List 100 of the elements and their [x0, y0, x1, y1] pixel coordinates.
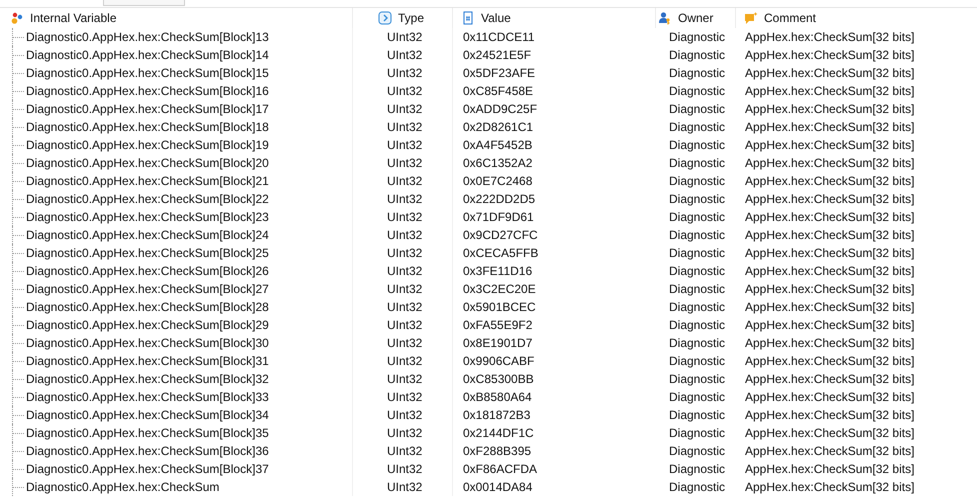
variable-name[interactable]: Diagnostic0.AppHex.hex:CheckSum[Block]30	[0, 334, 353, 352]
table-cell-text: Diagnostic	[668, 353, 726, 370]
table-cell: UInt32	[370, 244, 453, 262]
table-cell: UInt32	[370, 154, 453, 172]
variable-name[interactable]: Diagnostic0.AppHex.hex:CheckSum	[0, 478, 353, 496]
variable-name[interactable]: Diagnostic0.AppHex.hex:CheckSum[Block]18	[0, 118, 353, 136]
column-header[interactable]: Comment	[735, 8, 977, 28]
variable-name[interactable]: Diagnostic0.AppHex.hex:CheckSum[Block]20	[0, 154, 353, 172]
table-cell-text: 0x0E7C2468	[462, 173, 534, 190]
table-cell: UInt32	[370, 370, 453, 388]
header-label: Internal Variable	[30, 11, 116, 25]
table-cell: UInt32	[370, 190, 453, 208]
variable-name[interactable]: Diagnostic0.AppHex.hex:CheckSum[Block]24	[0, 226, 353, 244]
table-cell-text: AppHex.hex:CheckSum[32 bits]	[744, 227, 916, 244]
column-header[interactable]: Type	[370, 8, 453, 28]
table-cell-text: Diagnostic	[668, 119, 726, 136]
chevron-icon	[378, 11, 392, 25]
table-cell-text: Diagnostic	[668, 479, 726, 496]
variable-name[interactable]: Diagnostic0.AppHex.hex:CheckSum[Block]13	[0, 28, 353, 46]
header-label: Owner	[678, 11, 714, 25]
table-cell-text: 0x9906CABF	[462, 353, 536, 370]
table-cell-text: AppHex.hex:CheckSum[32 bits]	[744, 209, 916, 226]
table-cell-text: AppHex.hex:CheckSum[32 bits]	[744, 335, 916, 352]
table-cell-text: Diagnostic	[668, 209, 726, 226]
variable-name[interactable]: Diagnostic0.AppHex.hex:CheckSum[Block]22	[0, 190, 353, 208]
tab-edge[interactable]	[103, 0, 185, 6]
table-cell-text: Diagnostic	[668, 227, 726, 244]
table-cell-text: 0xCECA5FFB	[462, 245, 540, 262]
table-cell-text: AppHex.hex:CheckSum[32 bits]	[744, 371, 916, 388]
variable-name[interactable]: Diagnostic0.AppHex.hex:CheckSum[Block]25	[0, 244, 353, 262]
table-cell-text: 0x24521E5F	[462, 47, 532, 64]
table-cell-text: AppHex.hex:CheckSum[32 bits]	[744, 407, 916, 424]
table-cell-text: AppHex.hex:CheckSum[32 bits]	[744, 281, 916, 298]
variable-name[interactable]: Diagnostic0.AppHex.hex:CheckSum[Block]29	[0, 316, 353, 334]
table-cell-text: 0x5901BCEC	[462, 299, 537, 316]
variable-name[interactable]: Diagnostic0.AppHex.hex:CheckSum[Block]37	[0, 460, 353, 478]
table-cell: UInt32	[370, 478, 453, 496]
table-cell: UInt32	[370, 280, 453, 298]
variable-name[interactable]: Diagnostic0.AppHex.hex:CheckSum[Block]33	[0, 388, 353, 406]
table-cell: UInt32	[370, 226, 453, 244]
table-cell-text: AppHex.hex:CheckSum[32 bits]	[744, 119, 916, 136]
variable-name[interactable]: Diagnostic0.AppHex.hex:CheckSum[Block]35	[0, 424, 353, 442]
column-header[interactable]: Value	[453, 8, 655, 28]
table-cell: UInt32	[370, 64, 453, 82]
table-cell: UInt32	[370, 100, 453, 118]
variable-name[interactable]: Diagnostic0.AppHex.hex:CheckSum[Block]26	[0, 262, 353, 280]
column-header[interactable]: Owner	[655, 8, 735, 28]
header-label: Comment	[764, 11, 816, 25]
table-cell-text: 0x8E1901D7	[462, 335, 534, 352]
variable-name[interactable]: Diagnostic0.AppHex.hex:CheckSum[Block]28	[0, 298, 353, 316]
table-cell-text: Diagnostic	[668, 101, 726, 118]
table-cell: UInt32	[370, 208, 453, 226]
table-cell-text: AppHex.hex:CheckSum[32 bits]	[744, 101, 916, 118]
table-cell-text: AppHex.hex:CheckSum[32 bits]	[744, 443, 916, 460]
variable-name[interactable]: Diagnostic0.AppHex.hex:CheckSum[Block]27	[0, 280, 353, 298]
table-cell: UInt32	[370, 262, 453, 280]
table-cell-text: 0x181872B3	[462, 407, 532, 424]
variable-name[interactable]: Diagnostic0.AppHex.hex:CheckSum[Block]15	[0, 64, 353, 82]
table-cell-text: Diagnostic	[668, 263, 726, 280]
variable-name[interactable]: Diagnostic0.AppHex.hex:CheckSum[Block]19	[0, 136, 353, 154]
variable-name[interactable]: Diagnostic0.AppHex.hex:CheckSum[Block]31	[0, 352, 353, 370]
table-cell-text: 0xC85F458E	[462, 83, 534, 100]
table-cell-text: 0x5DF23AFE	[462, 65, 536, 82]
table-cell-text: AppHex.hex:CheckSum[32 bits]	[744, 137, 916, 154]
table-cell-text: 0x3FE11D16	[462, 263, 534, 280]
table-cell-text: 0x9CD27CFC	[462, 227, 539, 244]
table-cell-text: Diagnostic	[668, 443, 726, 460]
variable-name[interactable]: Diagnostic0.AppHex.hex:CheckSum[Block]32	[0, 370, 353, 388]
table-cell-text: AppHex.hex:CheckSum[32 bits]	[744, 461, 916, 478]
variable-name[interactable]: Diagnostic0.AppHex.hex:CheckSum[Block]17	[0, 100, 353, 118]
table-cell-text: Diagnostic	[668, 155, 726, 172]
table-cell-text: Diagnostic	[668, 173, 726, 190]
table-cell-text: Diagnostic	[668, 47, 726, 64]
table-cell-text: Diagnostic	[668, 425, 726, 442]
table-cell-text: AppHex.hex:CheckSum[32 bits]	[744, 389, 916, 406]
table-cell: UInt32	[370, 82, 453, 100]
variable-name[interactable]: Diagnostic0.AppHex.hex:CheckSum[Block]16	[0, 82, 353, 100]
variable-name[interactable]: Diagnostic0.AppHex.hex:CheckSum[Block]23	[0, 208, 353, 226]
column-header[interactable]: Internal Variable	[0, 8, 353, 28]
table-cell-text: 0x71DF9D61	[462, 209, 535, 226]
table-cell-text: AppHex.hex:CheckSum[32 bits]	[744, 317, 916, 334]
table-cell-text: 0xA4F5452B	[462, 137, 534, 154]
table-cell-text: 0x2144DF1C	[462, 425, 535, 442]
table-cell: UInt32	[370, 46, 453, 64]
table-cell-text: 0xC85300BB	[462, 371, 535, 388]
table-cell-text: AppHex.hex:CheckSum[32 bits]	[744, 83, 916, 100]
variable-name[interactable]: Diagnostic0.AppHex.hex:CheckSum[Block]14	[0, 46, 353, 64]
variable-name[interactable]: Diagnostic0.AppHex.hex:CheckSum[Block]36	[0, 442, 353, 460]
variable-name[interactable]: Diagnostic0.AppHex.hex:CheckSum[Block]21	[0, 172, 353, 190]
variable-name[interactable]: Diagnostic0.AppHex.hex:CheckSum[Block]34	[0, 406, 353, 424]
table-cell: UInt32	[370, 298, 453, 316]
table-cell-text: AppHex.hex:CheckSum[32 bits]	[744, 479, 916, 496]
table-cell-text: Diagnostic	[668, 317, 726, 334]
table-cell: UInt32	[370, 334, 453, 352]
table-cell-text: Diagnostic	[668, 137, 726, 154]
table-cell-text: 0x11CDCE11	[462, 29, 536, 46]
table-cell-text: Diagnostic	[668, 299, 726, 316]
table-cell-text: Diagnostic	[668, 389, 726, 406]
table-cell-text: 0xFA55E9F2	[462, 317, 534, 334]
table-cell-text: AppHex.hex:CheckSum[32 bits]	[744, 65, 916, 82]
